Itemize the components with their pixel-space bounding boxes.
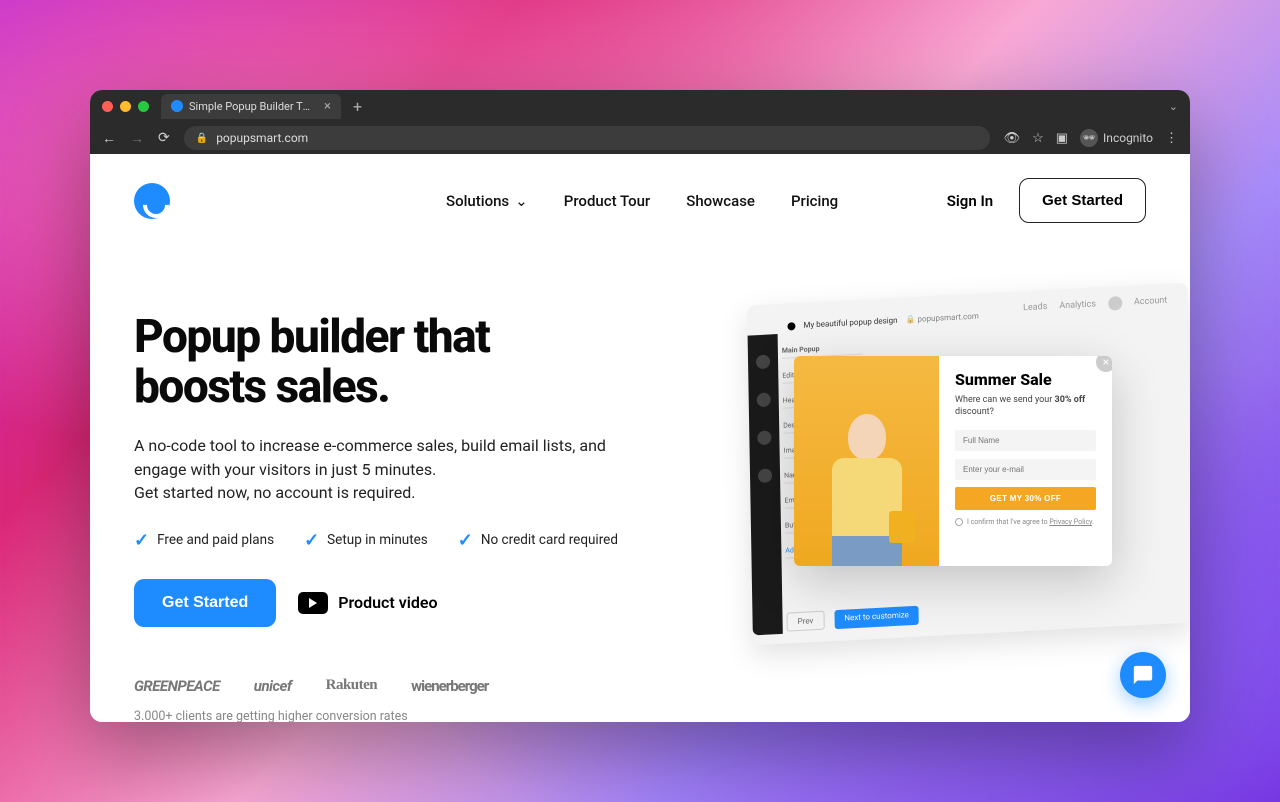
back-icon[interactable]: ←	[102, 130, 116, 147]
sign-in-link[interactable]: Sign In	[947, 192, 993, 210]
logo-greenpeace: GREENPEACE	[134, 677, 220, 695]
logo-rakuten: Rakuten	[326, 677, 378, 694]
mock-analytics-link: Analytics	[1059, 299, 1096, 311]
url-bar[interactable]: 🔒 popupsmart.com	[184, 126, 990, 150]
hero-subtitle: A no-code tool to increase e-commerce sa…	[134, 434, 654, 504]
popup-name-input	[955, 430, 1096, 451]
minimize-window-icon[interactable]	[120, 101, 131, 112]
get-started-button[interactable]: Get Started	[1019, 178, 1146, 223]
popup-title: Summer Sale	[955, 370, 1096, 389]
browser-tab[interactable]: Simple Popup Builder That Bo… ×	[161, 94, 341, 119]
nav-pricing[interactable]: Pricing	[791, 192, 838, 210]
page-content: Solutions ⌄ Product Tour Showcase Pricin…	[90, 154, 1190, 722]
nav-showcase[interactable]: Showcase	[686, 192, 755, 210]
popup-subtitle: Where can we send your 30% off discount?	[955, 395, 1096, 418]
mock-prev-button: Prev	[786, 611, 824, 632]
new-tab-icon[interactable]: +	[353, 97, 362, 116]
radio-icon	[955, 518, 963, 526]
nav-solutions[interactable]: Solutions ⌄	[446, 192, 528, 210]
check-icon: ✓	[134, 530, 149, 551]
logo-unicef: unicef	[254, 677, 292, 695]
popupsmart-logo[interactable]	[134, 183, 170, 219]
reload-icon[interactable]: ⟳	[158, 130, 170, 146]
popup-email-input	[955, 459, 1096, 480]
client-stats: 3.000+ clients are getting higher conver…	[134, 709, 654, 722]
mock-account-link: Account	[1134, 296, 1167, 308]
check-icon: ✓	[304, 530, 319, 551]
maximize-window-icon[interactable]	[138, 101, 149, 112]
close-icon: ×	[1096, 356, 1112, 372]
mock-leads-link: Leads	[1023, 302, 1047, 313]
mock-sidebar	[748, 334, 783, 635]
feature-row: ✓ Free and paid plans ✓ Setup in minutes…	[134, 530, 654, 551]
menu-dots-icon[interactable]: ⋮	[1165, 131, 1178, 146]
tab-favicon-icon	[171, 100, 183, 112]
feature-setup-minutes: ✓ Setup in minutes	[304, 530, 428, 551]
tab-close-icon[interactable]: ×	[324, 99, 331, 114]
mock-popup-preview: × Summer Sale Where can we send your 30%…	[794, 356, 1112, 566]
browser-tab-bar: Simple Popup Builder That Bo… × + ⌄	[90, 90, 1190, 122]
incognito-badge: 🕶 Incognito	[1080, 129, 1153, 147]
hero-product-mock: My beautiful popup design 🔒 popupsmart.c…	[710, 294, 1190, 654]
visibility-off-icon[interactable]: 👁	[1004, 131, 1021, 146]
product-video-link[interactable]: Product video	[298, 592, 437, 614]
all-tabs-chevron-icon[interactable]: ⌄	[1169, 100, 1178, 113]
popup-cta-button: GET MY 30% OFF	[955, 487, 1096, 510]
tab-title: Simple Popup Builder That Bo…	[189, 100, 314, 113]
hero-title: Popup builder that boosts sales.	[134, 313, 654, 412]
check-icon: ✓	[458, 530, 473, 551]
lock-icon: 🔒	[196, 133, 208, 144]
chat-widget-button[interactable]	[1120, 652, 1166, 698]
logo-wienerberger: wienerberger	[411, 677, 488, 695]
popup-image	[794, 356, 939, 566]
chat-icon	[1132, 664, 1154, 686]
nav-product-tour[interactable]: Product Tour	[564, 192, 650, 210]
hero-get-started-button[interactable]: Get Started	[134, 579, 276, 627]
browser-window: Simple Popup Builder That Bo… × + ⌄ ← → …	[90, 90, 1190, 722]
feature-free-plans: ✓ Free and paid plans	[134, 530, 274, 551]
extensions-icon[interactable]: ▣	[1056, 131, 1068, 146]
mock-logo-icon	[787, 322, 795, 330]
popup-confirm-text: I confirm that I've agree to Privacy Pol…	[955, 518, 1096, 526]
mock-next-button: Next to customize	[834, 606, 919, 629]
url-text: popupsmart.com	[216, 131, 308, 145]
forward-icon[interactable]: →	[130, 130, 144, 147]
close-window-icon[interactable]	[102, 101, 113, 112]
client-logos: GREENPEACE unicef Rakuten wienerberger	[134, 677, 654, 695]
incognito-icon: 🕶	[1080, 129, 1098, 147]
browser-toolbar: ← → ⟳ 🔒 popupsmart.com 👁 ☆ ▣ 🕶 Incognito…	[90, 122, 1190, 154]
feature-no-card: ✓ No credit card required	[458, 530, 618, 551]
play-icon	[298, 592, 328, 614]
site-nav: Solutions ⌄ Product Tour Showcase Pricin…	[134, 178, 1146, 223]
chevron-down-icon: ⌄	[515, 192, 528, 210]
traffic-lights[interactable]	[102, 101, 149, 112]
bookmark-icon[interactable]: ☆	[1032, 131, 1044, 146]
avatar-icon	[1108, 296, 1122, 311]
